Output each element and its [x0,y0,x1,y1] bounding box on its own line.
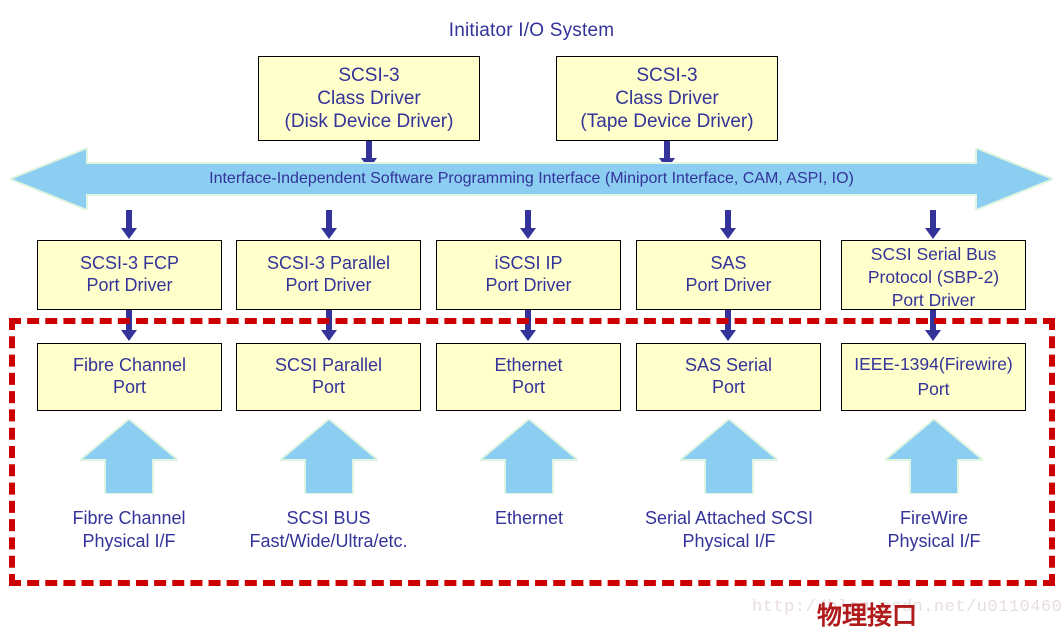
port-driver-fcp-line2: Port Driver [86,275,173,295]
port-driver-iscsi-line1: iSCSI IP [494,253,563,274]
port-driver-sbp2-line3: Port Driver [891,289,976,310]
physical-fibre-channel-line1: Fibre Channel [72,508,186,528]
port-driver-sas-line2: Port Driver [685,275,772,295]
class-driver-box-disk[interactable]: SCSI-3 Class Driver (Disk Device Driver) [258,56,480,141]
arrow-stem [326,210,332,228]
arrow-stem [930,210,936,228]
port-sas-serial-line2: Port [711,377,745,397]
physical-label-firewire: FireWire Physical I/F [829,507,1039,553]
physical-label-scsi-bus: SCSI BUS Fast/Wide/Ultra/etc. [221,507,436,553]
physical-fibre-channel-line2: Physical I/F [82,531,176,552]
port-box-scsi-parallel[interactable]: SCSI Parallel Port [236,343,421,411]
arrow-head [720,228,736,239]
port-driver-box-sbp2[interactable]: SCSI Serial Bus Protocol (SBP-2) Port Dr… [841,240,1026,310]
up-arrow-firewire [885,419,983,494]
physical-scsi-bus-line1: SCSI BUS [286,508,371,528]
banner-arrow-shape [10,148,1053,210]
watermark-chinese-text: 物理接口 [817,601,918,630]
physical-sas-line2: Physical I/F [682,531,776,552]
arrow-head [925,228,941,239]
arrow-down-banner-to-pd-2 [319,210,339,240]
page-title: Initiator I/O System [448,20,615,41]
arrow-down-banner-to-pd-1 [119,210,139,240]
arrow-head [321,228,337,239]
port-box-sas-serial[interactable]: SAS Serial Port [636,343,821,411]
arrow-down-banner-to-pd-4 [718,210,738,240]
port-ethernet-line2: Port [511,377,545,397]
port-driver-box-fcp[interactable]: SCSI-3 FCP Port Driver [37,240,222,310]
up-arrow-fibre-channel [80,419,178,494]
arrow-stem [525,210,531,228]
class-driver-disk-line3: (Disk Device Driver) [284,111,454,133]
class-driver-box-tape[interactable]: SCSI-3 Class Driver (Tape Device Driver) [556,56,778,141]
physical-ethernet-line1: Ethernet [494,508,564,528]
up-arrow-shape [885,419,983,494]
port-driver-sbp2-line2: Protocol (SBP-2) [867,266,1000,287]
arrow-stem [126,210,132,228]
arrow-stem [725,210,731,228]
class-driver-tape-line1: SCSI-3 [636,64,698,86]
port-driver-sas-line1: SAS [710,253,747,274]
up-arrow-serial-attached-scsi [680,419,778,494]
up-arrow-scsi-bus [280,419,378,494]
port-fibre-channel-line2: Port [112,377,146,397]
port-driver-iscsi-line2: Port Driver [485,275,572,295]
class-driver-tape-line3: (Tape Device Driver) [580,111,754,133]
physical-scsi-bus-line2: Fast/Wide/Ultra/etc. [249,531,408,552]
physical-label-serial-attached-scsi: Serial Attached SCSI Physical I/F [619,507,839,553]
physical-label-fibre-channel: Fibre Channel Physical I/F [24,507,234,553]
port-driver-parallel-line2: Port Driver [285,275,372,295]
diagram-canvas: Initiator I/O System SCSI-3 Class Driver… [0,0,1063,630]
class-driver-disk-line2: Class Driver [317,87,421,109]
up-arrow-shape [280,419,378,494]
physical-label-ethernet: Ethernet [424,507,634,530]
arrow-head [520,228,536,239]
port-box-fibre-channel[interactable]: Fibre Channel Port [37,343,222,411]
software-interface-banner[interactable]: Interface-Independent Software Programmi… [10,148,1053,210]
physical-sas-line1: Serial Attached SCSI [644,508,814,528]
up-arrow-shape [80,419,178,494]
port-driver-parallel-line1: SCSI-3 Parallel [266,253,391,274]
port-box-ieee1394[interactable]: IEEE-1394(Firewire) Port [841,343,1026,411]
port-ieee1394-line2: Port [917,379,950,399]
arrow-down-banner-to-pd-5 [923,210,943,240]
port-ieee1394-line1: IEEE-1394(Firewire) [854,353,1013,374]
port-driver-box-parallel[interactable]: SCSI-3 Parallel Port Driver [236,240,421,310]
up-arrow-shape [680,419,778,494]
port-driver-sbp2-line1: SCSI Serial Bus [870,244,997,264]
up-arrow-shape [480,419,578,494]
port-ethernet-line1: Ethernet [494,355,563,376]
physical-firewire-line1: FireWire [900,508,968,528]
arrow-head [121,228,137,239]
physical-firewire-line2: Physical I/F [887,531,981,552]
port-driver-box-sas[interactable]: SAS Port Driver [636,240,821,310]
arrow-down-banner-to-pd-3 [518,210,538,240]
port-sas-serial-line1: SAS Serial [684,355,773,376]
class-driver-tape-line2: Class Driver [615,87,719,109]
class-driver-disk-line1: SCSI-3 [338,64,400,86]
port-box-ethernet[interactable]: Ethernet Port [436,343,621,411]
port-driver-box-iscsi[interactable]: iSCSI IP Port Driver [436,240,621,310]
up-arrow-ethernet [480,419,578,494]
port-driver-fcp-line1: SCSI-3 FCP [79,253,180,274]
port-scsi-parallel-line2: Port [311,377,345,397]
port-scsi-parallel-line1: SCSI Parallel [274,355,383,376]
port-fibre-channel-line1: Fibre Channel [72,355,187,376]
